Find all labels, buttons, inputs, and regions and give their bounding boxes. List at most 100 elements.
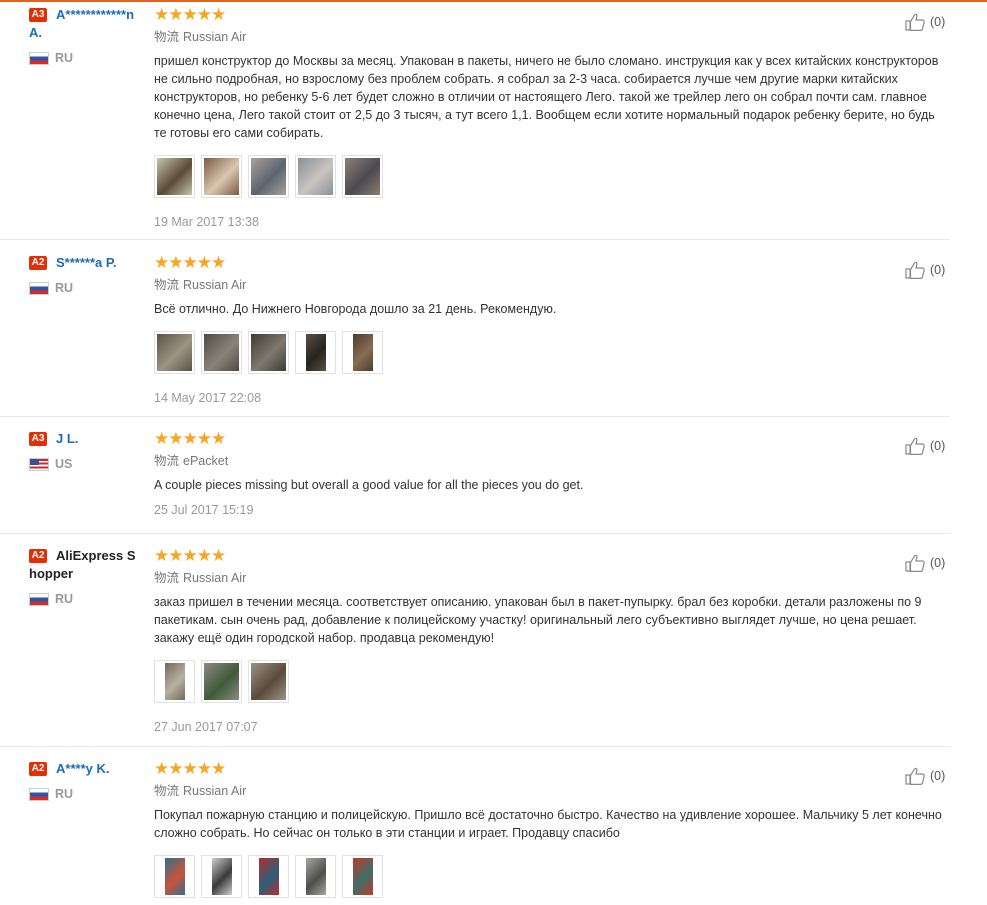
top-accent-rule (0, 0, 987, 2)
review-content: ★★★★★ 物流 Russian Air Всё отлично. До Нижн… (154, 253, 944, 406)
country-code: RU (55, 281, 74, 295)
review-item: A3 J L. US ★★★★★ 物流 ePacket A couple piec… (0, 429, 950, 534)
thumbs-up-icon (905, 437, 925, 455)
shipping-value: Russian Air (183, 30, 247, 44)
review-text: A couple pieces missing but overall a go… (154, 478, 584, 492)
reviewer-country: RU (29, 787, 141, 801)
shipping-method: 物流 Russian Air (154, 783, 944, 799)
buyer-level-badge: A3 (29, 8, 47, 22)
photo-image (251, 663, 286, 700)
photo-image (157, 158, 192, 195)
reviewer-country: RU (29, 281, 141, 295)
star-rating-icon: ★★★★★ (154, 546, 226, 565)
thumbs-up-icon (905, 554, 925, 572)
star-rating-icon: ★★★★★ (154, 5, 226, 24)
star-rating-icon: ★★★★★ (154, 429, 226, 448)
review-photos (154, 331, 944, 374)
photo-image (251, 334, 286, 371)
country-flag-icon (29, 51, 49, 65)
review-photo-thumbnail[interactable] (248, 660, 289, 703)
review-date: 27 Jun 2017 07:07 (154, 720, 258, 734)
review-photo-thumbnail[interactable] (154, 155, 195, 198)
review-photo-thumbnail[interactable] (154, 855, 195, 898)
review-photo-thumbnail[interactable] (342, 155, 383, 198)
shipping-value: Russian Air (183, 278, 247, 292)
reviewer-country: US (29, 457, 141, 471)
country-code: US (55, 457, 73, 471)
review-photo-thumbnail[interactable] (295, 331, 336, 374)
review-photo-thumbnail[interactable] (201, 331, 242, 374)
star-rating-icon: ★★★★★ (154, 253, 226, 272)
shipping-label: 物流 (154, 784, 180, 798)
shipping-method: 物流 Russian Air (154, 570, 944, 586)
photo-image (258, 858, 279, 895)
like-count: (0) (930, 556, 946, 570)
shipping-label: 物流 (154, 30, 180, 44)
shipping-label: 物流 (154, 278, 180, 292)
like-button[interactable]: (0) (905, 13, 945, 31)
review-content: ★★★★★ 物流 Russian Air Покупал пожарную ста… (154, 759, 944, 898)
like-button[interactable]: (0) (905, 437, 945, 455)
review-photo-thumbnail[interactable] (201, 155, 242, 198)
photo-image (211, 858, 232, 895)
review-date: 14 May 2017 22:08 (154, 391, 262, 405)
review-text: Всё отлично. До Нижнего Новгорода дошло … (154, 302, 557, 316)
review-photo-thumbnail[interactable] (201, 660, 242, 703)
buyer-level-badge: A3 (29, 432, 47, 446)
photo-image (251, 158, 286, 195)
review-content: ★★★★★ 物流 ePacket A couple pieces missing … (154, 429, 944, 518)
shipping-label: 物流 (154, 571, 180, 585)
review-photos (154, 855, 944, 898)
reviewer-info: A3 J L. US (29, 431, 141, 471)
reviewer-info: A2 AliExpress Shopper RU (29, 548, 141, 606)
shipping-label: 物流 (154, 454, 180, 468)
buyer-level-badge: A2 (29, 762, 47, 776)
review-photo-thumbnail[interactable] (201, 855, 242, 898)
review-photo-thumbnail[interactable] (342, 331, 383, 374)
review-content: ★★★★★ 物流 Russian Air пришел конструктор д… (154, 5, 944, 230)
review-date: 25 Jul 2017 15:19 (154, 503, 254, 517)
country-flag-icon (29, 787, 49, 801)
review-photo-thumbnail[interactable] (248, 855, 289, 898)
country-flag-icon (29, 592, 49, 606)
review-photos (154, 660, 944, 703)
review-item: A3 A************n A. RU ★★★★★ 物流 Russian … (0, 5, 950, 240)
photo-image (345, 158, 380, 195)
review-item: A2 A****y K. RU ★★★★★ 物流 Russian Air Поку… (0, 759, 950, 905)
photo-image (305, 334, 326, 371)
photo-image (204, 334, 239, 371)
review-photo-thumbnail[interactable] (295, 855, 336, 898)
review-photos (154, 155, 944, 198)
review-photo-thumbnail[interactable] (248, 331, 289, 374)
like-button[interactable]: (0) (905, 261, 945, 279)
like-button[interactable]: (0) (905, 767, 945, 785)
like-count: (0) (930, 439, 946, 453)
star-rating-icon: ★★★★★ (154, 759, 226, 778)
photo-image (204, 663, 239, 700)
review-item: A2 S******a P. RU ★★★★★ 物流 Russian Air Вс… (0, 253, 950, 417)
reviewer-country: RU (29, 592, 141, 606)
thumbs-up-icon (905, 767, 925, 785)
country-code: RU (55, 592, 74, 606)
review-photo-thumbnail[interactable] (248, 155, 289, 198)
review-date: 19 Mar 2017 13:38 (154, 215, 259, 229)
country-flag-icon (29, 457, 49, 471)
review-photo-thumbnail[interactable] (342, 855, 383, 898)
like-count: (0) (930, 263, 946, 277)
review-photo-thumbnail[interactable] (154, 331, 195, 374)
shipping-value: ePacket (183, 454, 229, 468)
like-button[interactable]: (0) (905, 554, 945, 572)
thumbs-up-icon (905, 261, 925, 279)
review-text: Покупал пожарную станцию и полицейскую. … (154, 808, 942, 840)
thumbs-up-icon (905, 13, 925, 31)
country-flag-icon (29, 281, 49, 295)
photo-image (352, 334, 373, 371)
reviewer-country: RU (29, 51, 141, 65)
review-photo-thumbnail[interactable] (154, 660, 195, 703)
review-photo-thumbnail[interactable] (295, 155, 336, 198)
photo-image (298, 158, 333, 195)
shipping-method: 物流 Russian Air (154, 29, 944, 45)
shipping-method: 物流 ePacket (154, 453, 944, 469)
buyer-level-badge: A2 (29, 256, 47, 270)
shipping-value: Russian Air (183, 571, 247, 585)
